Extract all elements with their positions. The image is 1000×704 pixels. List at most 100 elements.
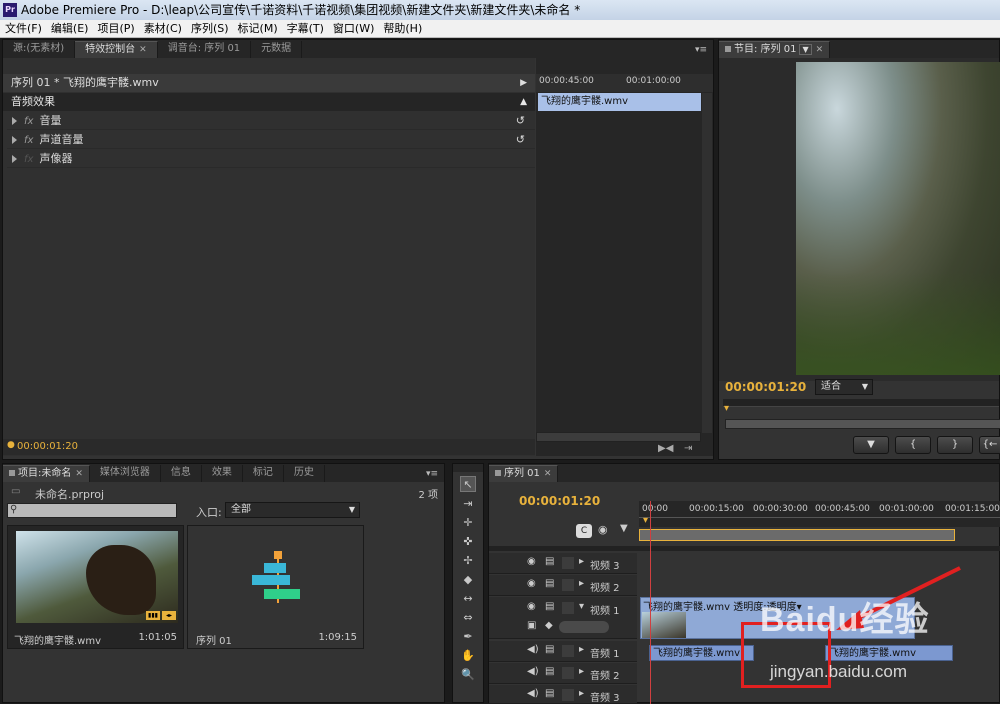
timeline-timecode[interactable]: 00:00:01:20 xyxy=(519,494,600,508)
reset-icon[interactable]: ↺ xyxy=(516,131,525,149)
search-field[interactable]: ⚲ xyxy=(7,503,177,518)
add-marker-icon[interactable]: ▼ xyxy=(620,523,628,534)
effect-row-channel-volume[interactable]: fx 声道音量 ↺ xyxy=(7,131,535,149)
hand-tool-icon[interactable]: ✋ xyxy=(460,648,476,664)
expand-triangle-icon[interactable]: ▸ xyxy=(579,688,584,699)
menu-sequence[interactable]: 序列(S) xyxy=(191,22,229,35)
close-icon[interactable]: ✕ xyxy=(139,45,147,55)
film-icon[interactable]: ▤ xyxy=(545,556,554,567)
program-playhead-icon[interactable]: ▾ xyxy=(724,403,729,414)
slide-tool-icon[interactable]: ⇔ xyxy=(460,610,476,626)
lock-toggle[interactable] xyxy=(562,645,574,657)
tab-metadata[interactable]: 元数据 xyxy=(251,41,303,58)
mini-h-scrollbar[interactable] xyxy=(536,432,701,442)
rolling-edit-tool-icon[interactable]: ✜ xyxy=(460,534,476,550)
film-icon[interactable]: ▤ xyxy=(545,688,554,699)
panel-menu-icon[interactable]: ▾≡ xyxy=(426,466,438,482)
lock-toggle[interactable] xyxy=(562,579,574,591)
speaker-icon[interactable]: ◀) xyxy=(527,688,539,699)
pen-tool-icon[interactable]: ✒ xyxy=(460,629,476,645)
menu-project[interactable]: 项目(P) xyxy=(97,22,134,35)
close-icon[interactable]: ✕ xyxy=(75,469,83,479)
close-icon[interactable]: ✕ xyxy=(816,45,824,55)
project-item-clip[interactable]: ▮▮▮ ◂▸ 飞翔的鹰宇髅.wmv 1:01:05 xyxy=(7,525,184,649)
tab-media-browser[interactable]: 媒体浏览器 xyxy=(90,465,161,482)
audio-clip-2[interactable]: 飞翔的鹰宇髅.wmv xyxy=(825,645,953,661)
display-style-icon[interactable]: ▣ xyxy=(527,620,536,631)
track-select-tool-icon[interactable]: ⇥ xyxy=(460,496,476,512)
search-input[interactable] xyxy=(24,504,174,517)
tab-history[interactable]: 历史 xyxy=(284,465,325,482)
effect-row-volume[interactable]: fx 音量 ↺ xyxy=(7,112,535,130)
film-icon[interactable]: ▤ xyxy=(545,644,554,655)
tab-audio-mixer[interactable]: 调音台: 序列 01 xyxy=(158,41,252,58)
speaker-icon[interactable]: ◀) xyxy=(527,666,539,677)
mark-in-button[interactable]: { xyxy=(895,436,931,454)
menu-marker[interactable]: 标记(M) xyxy=(238,22,278,35)
menu-file[interactable]: 文件(F) xyxy=(5,22,42,35)
effect-row-panner[interactable]: fx 声像器 xyxy=(7,150,535,168)
project-item-sequence[interactable]: 序列 01 1:09:15 xyxy=(187,525,364,649)
menu-clip[interactable]: 素材(C) xyxy=(144,22,182,35)
expand-triangle-icon[interactable]: ▸ xyxy=(579,666,584,677)
eye-icon[interactable]: ◉ xyxy=(527,578,536,589)
tab-source[interactable]: 源:(无素材) xyxy=(3,41,76,58)
keyframe-icon[interactable]: ◆ xyxy=(545,620,553,631)
lock-toggle[interactable] xyxy=(562,557,574,569)
mini-v-scrollbar[interactable] xyxy=(702,93,712,433)
razor-tool-icon[interactable]: ◆ xyxy=(460,572,476,588)
selection-tool-icon[interactable]: ↖ xyxy=(460,476,476,492)
film-icon[interactable]: ▤ xyxy=(545,578,554,589)
speaker-icon[interactable]: ◀) xyxy=(527,644,539,655)
expand-triangle-icon[interactable] xyxy=(12,136,17,144)
tab-sequence[interactable]: 序列 01 ✕ xyxy=(489,465,559,482)
tab-markers[interactable]: 标记 xyxy=(243,465,284,482)
program-zoom-bar[interactable] xyxy=(725,419,1000,429)
in-dropdown[interactable]: 全部 ▼ xyxy=(225,502,360,518)
tab-program[interactable]: 节目: 序列 01 ▼ ✕ xyxy=(719,41,831,58)
snap-icon[interactable]: C xyxy=(576,524,592,538)
program-mini-ruler[interactable] xyxy=(723,399,999,407)
lock-toggle[interactable] xyxy=(562,689,574,701)
reset-icon[interactable]: ↺ xyxy=(516,112,525,130)
expand-triangle-icon[interactable]: ▸ xyxy=(579,578,584,589)
tab-info[interactable]: 信息 xyxy=(161,465,202,482)
eye-icon[interactable]: ◉ xyxy=(527,601,536,612)
timeline-playhead-icon[interactable]: ▾ xyxy=(643,515,648,526)
tab-effect-controls[interactable]: 特效控制台 ✕ xyxy=(75,41,158,58)
effect-timecode[interactable]: 00:00:01:20 xyxy=(17,441,78,452)
eye-icon[interactable]: ◉ xyxy=(527,556,536,567)
add-marker-button[interactable]: ▼ xyxy=(853,436,889,454)
program-timecode[interactable]: 00:00:01:20 xyxy=(725,380,806,394)
slip-tool-icon[interactable]: ↔ xyxy=(460,591,476,607)
go-to-in-button[interactable]: {← xyxy=(979,436,1000,454)
expand-triangle-icon[interactable]: ▾ xyxy=(579,601,584,612)
mini-clip-bar[interactable]: 飞翔的鹰宇髅.wmv xyxy=(538,93,701,111)
menu-window[interactable]: 窗口(W) xyxy=(333,22,374,35)
tab-effects[interactable]: 效果 xyxy=(202,465,243,482)
play-arrow-icon[interactable]: ▶ xyxy=(520,74,527,92)
ripple-edit-tool-icon[interactable]: ✛ xyxy=(460,515,476,531)
collapse-up-icon[interactable]: ▲ xyxy=(520,93,527,111)
close-icon[interactable]: ✕ xyxy=(544,469,552,479)
keyframe-nav[interactable] xyxy=(559,621,609,633)
lock-toggle[interactable] xyxy=(562,602,574,614)
menu-title[interactable]: 字幕(T) xyxy=(287,22,324,35)
menu-edit[interactable]: 编辑(E) xyxy=(51,22,89,35)
marker-globe-icon[interactable]: ◉ xyxy=(598,523,608,536)
audio-clip-1[interactable]: 飞翔的鹰宇髅.wmv xyxy=(649,645,754,661)
film-icon[interactable]: ▤ xyxy=(545,666,554,677)
panel-menu-icon[interactable]: ▾≡ xyxy=(695,42,707,58)
menu-help[interactable]: 帮助(H) xyxy=(383,22,422,35)
lock-toggle[interactable] xyxy=(562,667,574,679)
zoom-tool-icon[interactable]: 🔍 xyxy=(460,667,476,683)
audio-playback-icon[interactable]: ▶◀ xyxy=(658,443,673,454)
expand-triangle-icon[interactable]: ▸ xyxy=(579,556,584,567)
expand-triangle-icon[interactable] xyxy=(12,155,17,163)
work-area-bar[interactable] xyxy=(639,529,955,541)
fit-dropdown[interactable]: 适合 ▼ xyxy=(815,379,873,395)
film-icon[interactable]: ▤ xyxy=(545,601,554,612)
mark-out-button[interactable]: } xyxy=(937,436,973,454)
expand-triangle-icon[interactable]: ▸ xyxy=(579,644,584,655)
chevron-down-icon[interactable]: ▼ xyxy=(799,44,812,55)
